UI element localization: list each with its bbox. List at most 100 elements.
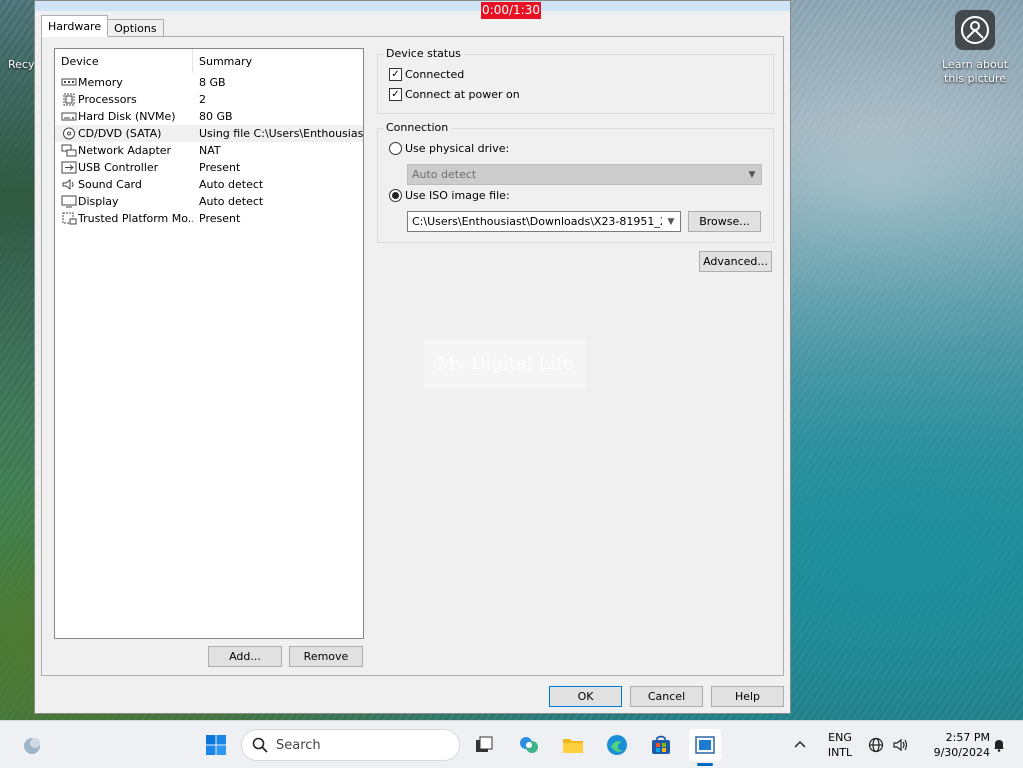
device-summary: Present: [199, 161, 241, 174]
connected-label: Connected: [405, 68, 465, 81]
device-list[interactable]: Device Summary Memory 8 GB Processors 2 …: [54, 48, 364, 639]
browse-button[interactable]: Browse...: [688, 211, 761, 232]
remove-device-button[interactable]: Remove: [289, 646, 363, 667]
device-summary: 80 GB: [199, 110, 233, 123]
recycle-bin-label[interactable]: Recy: [8, 58, 34, 71]
learn-about-picture-label[interactable]: Learn about this picture: [935, 58, 1015, 86]
use-physical-drive-label: Use physical drive:: [405, 142, 510, 155]
device-row-hard-disk[interactable]: Hard Disk (NVMe) 80 GB: [55, 108, 363, 125]
connect-at-power-on-checkbox[interactable]: ✓: [389, 88, 402, 101]
column-header-device[interactable]: Device: [55, 49, 193, 73]
cancel-button[interactable]: Cancel: [630, 686, 703, 707]
taskbar: Search ENG INTL 2:57 PM 9/30/2024: [0, 720, 1023, 768]
hardware-tab-panel: Device Summary Memory 8 GB Processors 2 …: [41, 36, 784, 676]
device-summary: Auto detect: [199, 195, 264, 208]
tab-hardware[interactable]: Hardware: [41, 15, 109, 37]
device-name: Trusted Platform Mo...: [78, 212, 193, 225]
recording-timer: 0:00/1:30: [481, 2, 541, 19]
add-device-button[interactable]: Add...: [208, 646, 282, 667]
task-view-icon[interactable]: [468, 729, 500, 761]
network-globe-icon[interactable]: [862, 729, 890, 761]
taskbar-search-box[interactable]: Search: [241, 729, 460, 761]
device-row-network-adapter[interactable]: Network Adapter NAT: [55, 142, 363, 159]
use-iso-image-row[interactable]: Use ISO image file:: [389, 189, 510, 202]
sound-card-icon: [62, 179, 74, 190]
use-physical-drive-row[interactable]: Use physical drive:: [389, 142, 509, 155]
tab-strip: Hardware Options: [41, 15, 164, 37]
weather-widget-icon[interactable]: [16, 729, 48, 761]
active-app-indicator: [697, 763, 713, 766]
chevron-up-icon[interactable]: [784, 729, 816, 761]
device-name: Display: [78, 195, 119, 208]
learn-about-picture-icon[interactable]: [955, 10, 995, 50]
use-iso-image-label: Use ISO image file:: [405, 189, 510, 202]
notification-bell-icon[interactable]: [988, 729, 1010, 761]
device-row-memory[interactable]: Memory 8 GB: [55, 74, 363, 91]
device-summary: Auto detect: [199, 178, 264, 191]
use-iso-image-radio[interactable]: [389, 189, 402, 202]
edge-browser-icon[interactable]: [601, 729, 633, 761]
file-explorer-icon[interactable]: [557, 729, 589, 761]
chevron-down-icon: ▼: [748, 169, 756, 180]
device-status-group: Device status ✓ Connected ✓ Connect at p…: [377, 47, 774, 114]
copilot-icon[interactable]: [513, 729, 545, 761]
device-summary: Using file C:\Users\Enthousias...: [199, 127, 363, 140]
tpm-icon: [62, 212, 77, 225]
volume-icon[interactable]: [887, 729, 915, 761]
microsoft-store-icon[interactable]: [645, 729, 677, 761]
device-name: USB Controller: [78, 161, 159, 174]
device-name: Memory: [78, 76, 123, 89]
device-name: Processors: [78, 93, 137, 106]
advanced-button[interactable]: Advanced...: [699, 251, 772, 272]
iso-path-value: C:\Users\Enthousiast\Downloads\X23-81951…: [412, 215, 662, 228]
device-name: Hard Disk (NVMe): [78, 110, 176, 123]
radio-selected-dot: [392, 192, 399, 199]
search-placeholder: Search: [276, 737, 321, 753]
device-rows: Memory 8 GB Processors 2 Hard Disk (NVMe…: [55, 74, 363, 227]
memory-icon: [61, 78, 77, 86]
dialog-title-bar[interactable]: [35, 1, 790, 11]
iso-path-combobox[interactable]: C:\Users\Enthousiast\Downloads\X23-81951…: [407, 211, 681, 232]
cd-dvd-icon: [63, 127, 75, 140]
input-language-indicator[interactable]: ENG INTL: [822, 730, 858, 760]
vm-settings-dialog: Hardware Options Device Summary Memory 8…: [34, 0, 791, 714]
usb-controller-icon: [61, 161, 77, 174]
connect-at-power-on-label: Connect at power on: [405, 88, 520, 101]
watermark: My Digital Life: [424, 339, 586, 389]
connect-at-power-on-row[interactable]: ✓ Connect at power on: [389, 88, 520, 101]
network-adapter-icon: [61, 144, 77, 157]
system-clock[interactable]: 2:57 PM 9/30/2024: [918, 730, 990, 760]
column-header-summary[interactable]: Summary: [193, 49, 363, 73]
device-name: Network Adapter: [78, 144, 172, 157]
device-row-trusted-platform-module[interactable]: Trusted Platform Mo... Present: [55, 210, 363, 227]
device-name: Sound Card: [78, 178, 142, 191]
device-row-processors[interactable]: Processors 2: [55, 91, 363, 108]
device-list-header: Device Summary: [55, 49, 363, 73]
ok-button[interactable]: OK: [549, 686, 622, 707]
tab-options[interactable]: Options: [107, 19, 164, 37]
use-physical-drive-radio[interactable]: [389, 142, 402, 155]
device-name: CD/DVD (SATA): [78, 127, 162, 140]
help-button[interactable]: Help: [711, 686, 784, 707]
device-summary: 2: [199, 93, 206, 106]
device-row-cd-dvd[interactable]: CD/DVD (SATA) Using file C:\Users\Enthou…: [55, 125, 363, 142]
hard-disk-icon: [61, 112, 77, 121]
start-windows-icon[interactable]: [200, 729, 232, 761]
device-summary: Present: [199, 212, 241, 225]
vmware-app-icon[interactable]: [689, 729, 721, 761]
connected-checkbox[interactable]: ✓: [389, 68, 402, 81]
connection-title: Connection: [383, 121, 452, 134]
processor-icon: [63, 93, 75, 106]
display-icon: [61, 195, 77, 208]
physical-drive-select: Auto detect ▼: [407, 164, 762, 185]
device-summary: NAT: [199, 144, 221, 157]
device-row-display[interactable]: Display Auto detect: [55, 193, 363, 210]
device-status-title: Device status: [383, 47, 464, 60]
search-icon: [252, 737, 268, 753]
device-row-usb-controller[interactable]: USB Controller Present: [55, 159, 363, 176]
connected-checkbox-row[interactable]: ✓ Connected: [389, 68, 464, 81]
physical-drive-value: Auto detect: [412, 168, 477, 181]
connection-group: Connection Use physical drive: Auto dete…: [377, 121, 774, 243]
device-row-sound-card[interactable]: Sound Card Auto detect: [55, 176, 363, 193]
chevron-down-icon[interactable]: ▼: [662, 217, 680, 227]
